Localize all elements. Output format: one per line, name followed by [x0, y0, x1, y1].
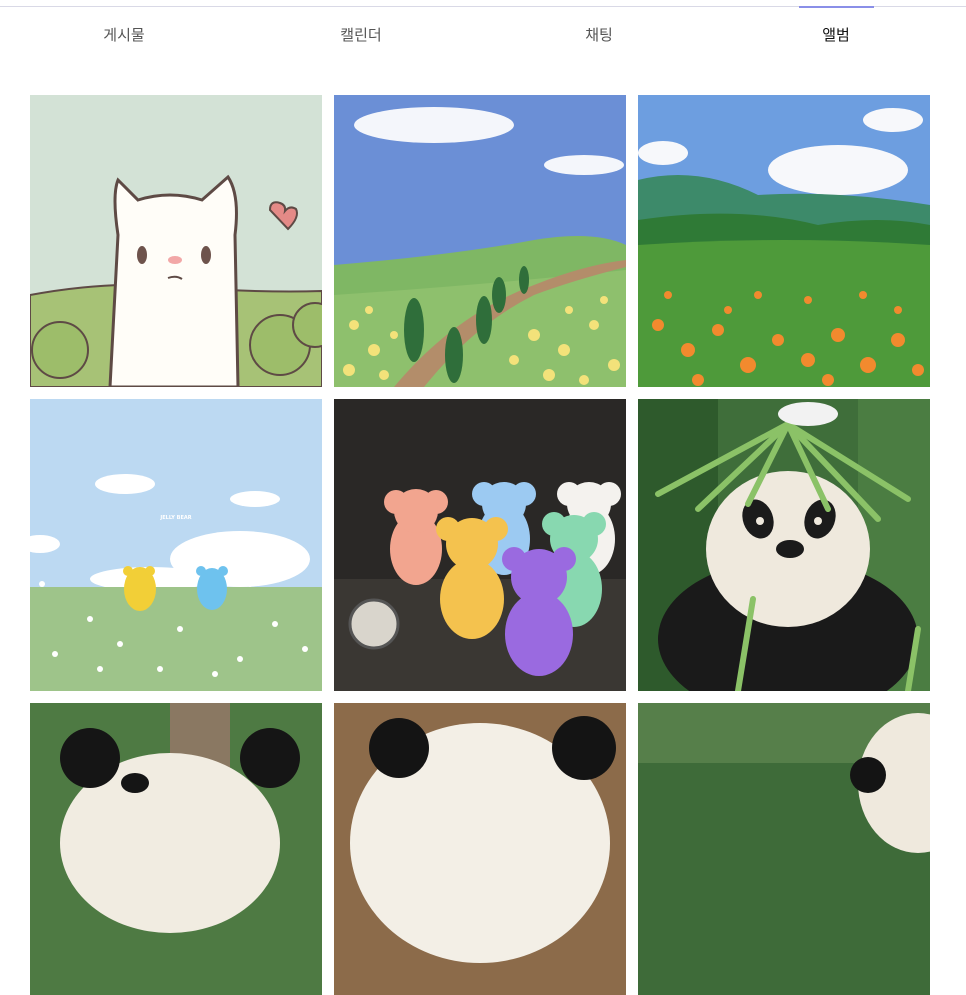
tab-posts[interactable]: 게시물 — [0, 7, 248, 61]
tab-calendar-label: 캘린더 — [340, 25, 382, 44]
panda-in-forest-photo — [638, 703, 930, 995]
jelly-bear-caption: JELLY BEAR — [159, 515, 191, 521]
tab-calendar[interactable]: 캘린더 — [237, 7, 485, 61]
album-photo-green-hills[interactable] — [638, 95, 930, 387]
green-hills-orange-flowers-illustration — [638, 95, 930, 387]
tab-bar: 게시물 캘린더 채팅 앨범 — [0, 6, 966, 61]
album-photo-panda-bamboo[interactable] — [638, 399, 930, 691]
tab-album-label: 앨범 — [822, 25, 850, 44]
album-photo-panda-forest[interactable] — [638, 703, 930, 995]
tab-album[interactable]: 앨범 — [712, 6, 960, 61]
album-photo-white-cat[interactable] — [30, 95, 322, 387]
tab-posts-label: 게시물 — [103, 25, 145, 44]
album-photo-jelly-bear-meadow[interactable]: JELLY BEAR — [30, 399, 322, 691]
album-photo-flower-field[interactable] — [334, 95, 626, 387]
album-photo-panda-closeup[interactable] — [334, 703, 626, 995]
flower-field-path-illustration — [334, 95, 626, 387]
panda-with-bamboo-photo — [638, 399, 930, 691]
jelly-bear-lamps-photo — [334, 399, 626, 691]
album-photo-jelly-bear-lamps[interactable] — [334, 399, 626, 691]
album-photo-panda-tree[interactable] — [30, 703, 322, 995]
white-cat-illustration — [30, 95, 322, 387]
active-tab-indicator — [799, 6, 874, 8]
tab-chat-label: 채팅 — [585, 25, 613, 44]
panda-closeup-photo — [334, 703, 626, 995]
tab-chat[interactable]: 채팅 — [475, 7, 723, 61]
jelly-bear-meadow-illustration: JELLY BEAR — [30, 399, 322, 691]
panda-under-tree-photo — [30, 703, 322, 995]
